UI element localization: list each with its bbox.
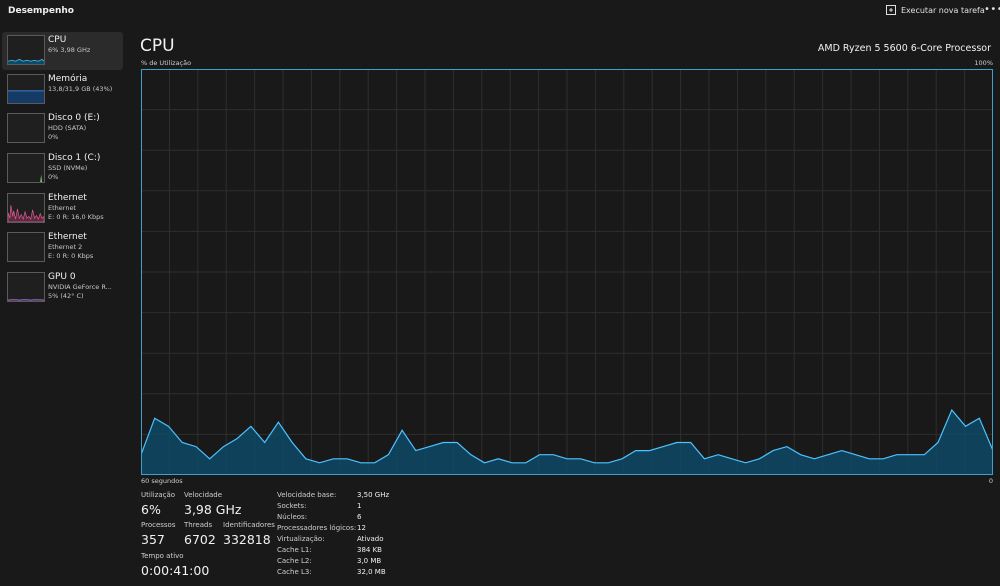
sidebar-item-ethernet-2[interactable]: Ethernet Ethernet 2 E: 0 R: 0 Kbps [2,229,123,267]
handles-value: 332818 [223,532,271,547]
cpu-thumbnail [7,35,45,65]
disk-0-thumbnail [7,113,45,143]
sidebar-item-detail: Ethernet [48,204,76,212]
threads-label: Threads [184,521,213,529]
x-axis-end-label: 0 [988,477,993,485]
sidebar-item-ethernet[interactable]: Ethernet Ethernet E: 0 R: 16,0 Kbps [2,190,123,228]
detail-label: Virtualização: [277,535,325,543]
gpu-0-thumbnail [7,272,45,302]
sidebar-item-title: Ethernet [48,232,87,242]
sidebar-item-title: Memória [48,74,88,84]
run-new-task-button[interactable]: Executar nova tarefa [886,5,985,15]
threads-value: 6702 [184,532,216,547]
app-title: Desempenho [8,6,74,16]
detail-value: Ativado [357,535,384,543]
detail-label: Cache L2: [277,557,312,565]
utilization-label: Utilização [141,491,176,499]
sidebar-item-memory[interactable]: Memória 13,8/31,9 GB (43%) [2,71,123,109]
processes-value: 357 [141,532,165,547]
sidebar-item-title: Disco 0 (E:) [48,113,100,123]
uptime-value: 0:00:41:00 [141,563,210,578]
speed-label: Velocidade [184,491,223,499]
detail-label: Cache L3: [277,568,312,576]
sidebar-item-detail: SSD (NVMe) [48,164,88,172]
ethernet-2-thumbnail [7,232,45,262]
title-bar: Desempenho Executar nova tarefa ••• [0,0,1000,26]
detail-label: Cache L1: [277,546,312,554]
detail-label: Velocidade base: [277,491,337,499]
handles-label: Identificadores [223,521,275,529]
sidebar-item-detail: HDD (SATA) [48,124,87,132]
run-task-icon [886,5,896,15]
sidebar-item-title: CPU [48,35,67,45]
sidebar-item-title: Disco 1 (C:) [48,153,101,163]
detail-label: Processadores lógicos: [277,524,357,532]
sidebar-item-title: GPU 0 [48,272,76,282]
processor-name: AMD Ryzen 5 5600 6-Core Processor [817,43,991,54]
sidebar-item-detail: NVIDIA GeForce R... [48,283,112,291]
detail-value: 3,50 GHz [357,491,390,499]
sidebar-item-gpu-0[interactable]: GPU 0 NVIDIA GeForce R... 5% (42° C) [2,269,123,307]
more-options-button[interactable]: ••• [984,4,1000,15]
detail-value: 1 [357,502,362,510]
detail-label: Núcleos: [277,513,308,521]
sidebar-item-detail: Ethernet 2 [48,243,83,251]
sidebar-item-disk-1[interactable]: Disco 1 (C:) SSD (NVMe) 0% [2,150,123,188]
sidebar-item-disk-0[interactable]: Disco 0 (E:) HDD (SATA) 0% [2,110,123,148]
sidebar-item-detail: E: 0 R: 0 Kbps [48,252,94,260]
x-axis-label: 60 segundos [141,477,183,485]
disk-1-thumbnail [7,153,45,183]
sidebar-item-detail: 0% [48,133,59,141]
cpu-utilization-graph [141,69,993,475]
sidebar-item-cpu[interactable]: CPU 6% 3,98 GHz [2,32,123,70]
detail-value: 32,0 MB [357,568,386,576]
processes-label: Processos [141,521,176,529]
sidebar-item-title: Ethernet [48,193,87,203]
y-axis-label: % de Utilização [141,59,192,67]
uptime-label: Tempo ativo [141,552,184,560]
sidebar-item-detail: E: 0 R: 16,0 Kbps [48,213,104,221]
utilization-value: 6% [141,502,161,517]
page-title: CPU [140,36,175,56]
sidebar-item-detail: 6% 3,98 GHz [48,46,91,54]
detail-label: Sockets: [277,502,307,510]
detail-value: 6 [357,513,362,521]
sidebar-item-detail: 13,8/31,9 GB (43%) [48,85,113,93]
sidebar-item-detail: 5% (42° C) [48,292,84,300]
ethernet-thumbnail [7,193,45,223]
sidebar-item-detail: 0% [48,173,59,181]
detail-value: 12 [357,524,366,532]
detail-value: 3,0 MB [357,557,382,565]
y-axis-max-label: 100% [974,59,993,67]
run-task-label: Executar nova tarefa [901,5,985,15]
memory-thumbnail [7,74,45,104]
detail-value: 384 KB [357,546,382,554]
speed-value: 3,98 GHz [184,502,242,517]
